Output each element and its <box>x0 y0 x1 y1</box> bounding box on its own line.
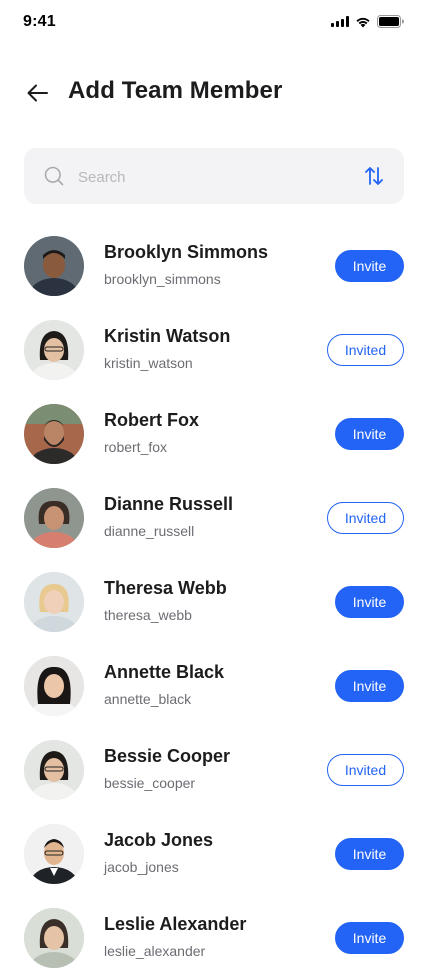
member-row: Robert Fox robert_fox Invite <box>0 404 428 464</box>
member-username: dianne_russell <box>104 523 195 539</box>
member-row: Theresa Webb theresa_webb Invite <box>0 572 428 632</box>
member-name: Theresa Webb <box>104 578 227 598</box>
header: Add Team Member <box>0 74 428 112</box>
member-row: Kristin Watson kristin_watson Invited <box>0 320 428 380</box>
member-row: Leslie Alexander leslie_alexander Invite <box>0 908 428 968</box>
avatar <box>24 404 84 464</box>
invite-button[interactable]: Invite <box>335 418 404 450</box>
search-icon <box>44 166 64 186</box>
invited-button[interactable]: Invited <box>327 502 404 534</box>
avatar <box>24 656 84 716</box>
status-icons <box>331 15 404 28</box>
member-username: annette_black <box>104 691 192 707</box>
cellular-signal-icon <box>331 16 349 27</box>
invited-button[interactable]: Invited <box>327 754 404 786</box>
avatar <box>24 824 84 884</box>
member-row: Dianne Russell dianne_russell Invited <box>0 488 428 548</box>
member-name: Bessie Cooper <box>104 746 231 766</box>
member-username: brooklyn_simmons <box>104 271 221 287</box>
member-username: jacob_jones <box>104 859 179 875</box>
member-row: Jacob Jones jacob_jones Invite <box>0 824 428 884</box>
member-name: Dianne Russell <box>104 494 234 514</box>
member-username: bessie_cooper <box>104 775 196 791</box>
avatar <box>24 572 84 632</box>
invited-button[interactable]: Invited <box>327 334 404 366</box>
avatar <box>24 488 84 548</box>
avatar <box>24 740 84 800</box>
invite-button[interactable]: Invite <box>335 922 404 954</box>
member-name: Robert Fox <box>104 410 200 430</box>
member-name: Kristin Watson <box>104 326 231 346</box>
status-bar: 9:41 <box>0 0 428 44</box>
member-row: Brooklyn Simmons brooklyn_simmons Invite <box>0 236 428 296</box>
back-button[interactable] <box>24 80 52 106</box>
member-username: leslie_alexander <box>104 943 206 959</box>
member-name: Jacob Jones <box>104 830 214 850</box>
invite-button[interactable]: Invite <box>335 838 404 870</box>
sort-icon[interactable] <box>364 165 384 187</box>
avatar <box>24 908 84 968</box>
invite-button[interactable]: Invite <box>335 586 404 618</box>
avatar <box>24 320 84 380</box>
member-username: kristin_watson <box>104 355 193 371</box>
arrow-left-icon <box>27 84 48 102</box>
member-name: Leslie Alexander <box>104 914 247 934</box>
battery-icon <box>377 15 404 28</box>
wifi-icon <box>355 16 371 28</box>
member-name: Annette Black <box>104 662 225 682</box>
member-name: Brooklyn Simmons <box>104 242 269 262</box>
invite-button[interactable]: Invite <box>335 670 404 702</box>
invite-button[interactable]: Invite <box>335 250 404 282</box>
member-row: Annette Black annette_black Invite <box>0 656 428 716</box>
member-row: Bessie Cooper bessie_cooper Invited <box>0 740 428 800</box>
search-bar <box>24 148 404 204</box>
avatar <box>24 236 84 296</box>
search-input[interactable] <box>76 162 340 192</box>
member-username: robert_fox <box>104 439 168 455</box>
status-time: 9:41 <box>23 13 56 30</box>
member-username: theresa_webb <box>104 607 192 623</box>
page-title: Add Team Member <box>68 77 283 104</box>
